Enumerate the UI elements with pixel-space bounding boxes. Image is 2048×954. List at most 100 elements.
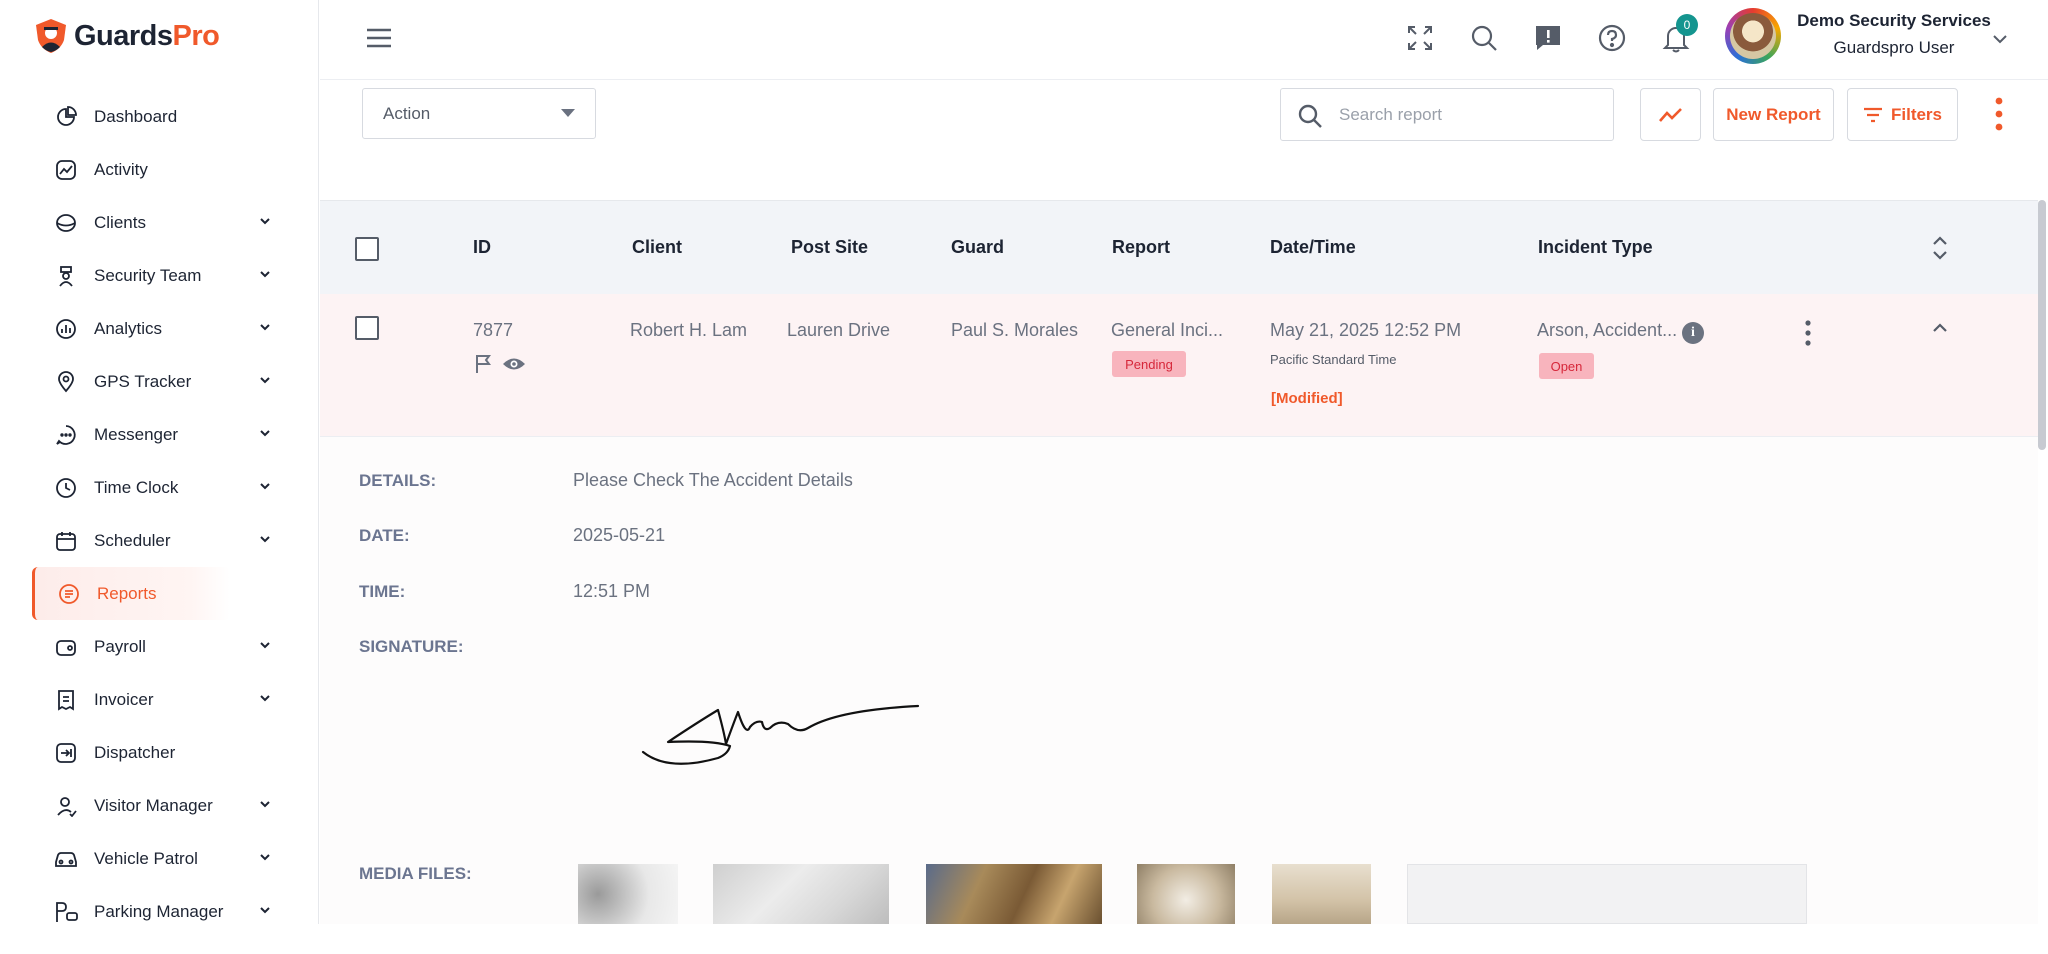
filters-label: Filters xyxy=(1890,104,1943,124)
column-header-guard[interactable]: Guard xyxy=(951,237,1004,258)
media-thumbnail[interactable] xyxy=(1407,864,1807,924)
sidebar-item-security-team[interactable]: Security Team xyxy=(32,249,270,302)
sidebar-item-label: Dashboard xyxy=(94,106,178,126)
media-thumbnail[interactable] xyxy=(1137,864,1235,924)
sidebar-item-messenger[interactable]: Messenger xyxy=(32,408,270,461)
row-checkbox[interactable] xyxy=(355,316,379,340)
app-window: { "brand": { "name_part1": "Guards", "na… xyxy=(0,0,2048,954)
scrollbar[interactable] xyxy=(2038,200,2046,450)
sidebar-item-label: GPS Tracker xyxy=(94,371,192,391)
row-guard: Paul S. Morales xyxy=(951,320,1079,340)
sidebar-item-dashboard[interactable]: Dashboard xyxy=(32,90,262,143)
row-client: Robert H. Lam xyxy=(630,320,748,340)
sidebar-item-scheduler[interactable]: Scheduler xyxy=(32,514,270,567)
shield-logo-icon xyxy=(36,19,66,53)
search-icon[interactable] xyxy=(1468,22,1500,54)
expand-all-icon[interactable] xyxy=(1930,233,1950,263)
sidebar-item-clients[interactable]: Clients xyxy=(32,196,270,249)
sidebar-item-reports[interactable]: Reports xyxy=(32,567,230,620)
fullscreen-icon[interactable] xyxy=(1404,22,1436,54)
report-status-badge: Pending xyxy=(1112,351,1186,377)
sidebar-item-label: Invoicer xyxy=(94,689,154,709)
filter-icon xyxy=(1863,107,1882,122)
sidebar-nav: Dashboard Activity Clients Security Team… xyxy=(32,90,270,938)
sidebar-item-vehicle-patrol[interactable]: Vehicle Patrol xyxy=(32,832,270,885)
eye-icon[interactable] xyxy=(502,356,526,372)
menu-icon[interactable] xyxy=(366,28,392,48)
time-value: 12:51 PM xyxy=(573,581,651,601)
sidebar-item-label: Analytics xyxy=(94,318,163,338)
help-icon[interactable] xyxy=(1596,22,1628,54)
pie-chart-icon xyxy=(54,105,78,129)
feedback-icon[interactable] xyxy=(1532,22,1564,54)
avatar[interactable] xyxy=(1725,8,1781,64)
column-header-client[interactable]: Client xyxy=(632,237,682,258)
date-label: DATE: xyxy=(359,526,410,545)
user-role: Guardspro User xyxy=(1833,38,1955,57)
sidebar-item-label: Vehicle Patrol xyxy=(94,848,198,868)
invoice-icon xyxy=(54,688,78,712)
sidebar-item-activity[interactable]: Activity xyxy=(32,143,262,196)
incident-status-badge: Open xyxy=(1539,353,1594,379)
new-report-button[interactable]: New Report xyxy=(1713,88,1834,141)
details-value: Please Check The Accident Details xyxy=(573,470,853,490)
column-header-post-site[interactable]: Post Site xyxy=(791,237,868,258)
caret-down-icon xyxy=(561,109,575,117)
report-icon xyxy=(57,582,81,606)
action-dropdown[interactable]: Action xyxy=(362,88,596,139)
calendar-icon xyxy=(54,529,78,553)
sidebar-item-time-clock[interactable]: Time Clock xyxy=(32,461,270,514)
chevron-down-icon xyxy=(260,536,270,543)
select-all-checkbox[interactable] xyxy=(355,237,379,261)
column-header-datetime[interactable]: Date/Time xyxy=(1270,237,1356,258)
media-thumbnail[interactable] xyxy=(578,864,678,924)
sidebar-item-label: Clients xyxy=(94,212,146,232)
sidebar-item-invoicer[interactable]: Invoicer xyxy=(32,673,270,726)
row-datetime: May 21, 2025 12:52 PM xyxy=(1270,320,1462,340)
chevron-up-icon[interactable] xyxy=(1930,318,1950,338)
sidebar-item-label: Security Team xyxy=(94,265,202,285)
chevron-down-icon xyxy=(260,218,270,225)
filters-button[interactable]: Filters xyxy=(1847,88,1958,141)
guard-icon xyxy=(54,264,78,288)
more-options-icon[interactable] xyxy=(1990,96,2008,132)
column-header-incident-type[interactable]: Incident Type xyxy=(1538,237,1653,258)
info-icon[interactable]: i xyxy=(1682,322,1704,344)
sidebar-item-parking-manager[interactable]: Parking Manager xyxy=(32,885,270,938)
chevron-down-icon xyxy=(260,430,270,437)
sidebar-item-analytics[interactable]: Analytics xyxy=(32,302,270,355)
chevron-down-icon xyxy=(260,854,270,861)
trend-chart-button[interactable] xyxy=(1640,88,1701,141)
row-id: 7877 xyxy=(473,320,514,340)
sidebar-item-label: Visitor Manager xyxy=(94,795,213,815)
sidebar-item-label: Messenger xyxy=(94,424,179,444)
sidebar-item-label: Time Clock xyxy=(94,477,179,497)
trend-icon xyxy=(1658,107,1682,122)
details-label: DETAILS: xyxy=(359,471,437,490)
flag-icon[interactable] xyxy=(474,354,492,374)
row-more-options-icon[interactable] xyxy=(1803,320,1813,346)
sidebar-item-payroll[interactable]: Payroll xyxy=(32,620,270,673)
media-thumbnail[interactable] xyxy=(1272,864,1371,924)
table-row[interactable]: 7877 Robert H. Lam Lauren Drive Paul S. … xyxy=(320,294,2038,437)
chevron-down-icon[interactable] xyxy=(1991,30,2009,48)
column-header-id[interactable]: ID xyxy=(473,237,491,258)
sidebar-item-dispatcher[interactable]: Dispatcher xyxy=(32,726,262,779)
media-thumbnail[interactable] xyxy=(713,864,889,924)
search-icon xyxy=(1298,104,1322,128)
column-header-report[interactable]: Report xyxy=(1112,237,1170,258)
chevron-down-icon xyxy=(260,483,270,490)
media-thumbnail[interactable] xyxy=(926,864,1102,924)
sidebar-item-label: Parking Manager xyxy=(94,901,224,921)
location-icon xyxy=(54,370,78,394)
parking-icon xyxy=(54,900,78,924)
signature-image xyxy=(641,704,920,765)
sidebar-item-visitor-manager[interactable]: Visitor Manager xyxy=(32,779,270,832)
brand-logo[interactable]: GuardsPro xyxy=(34,18,220,54)
sidebar-item-gps-tracker[interactable]: GPS Tracker xyxy=(32,355,270,408)
search-input[interactable] xyxy=(1339,104,1589,125)
sidebar-item-label: Dispatcher xyxy=(94,742,176,762)
table-header: ID Client Post Site Guard Report Date/Ti… xyxy=(320,200,2038,294)
visitor-icon xyxy=(54,794,78,818)
search-report-box[interactable] xyxy=(1280,88,1614,141)
